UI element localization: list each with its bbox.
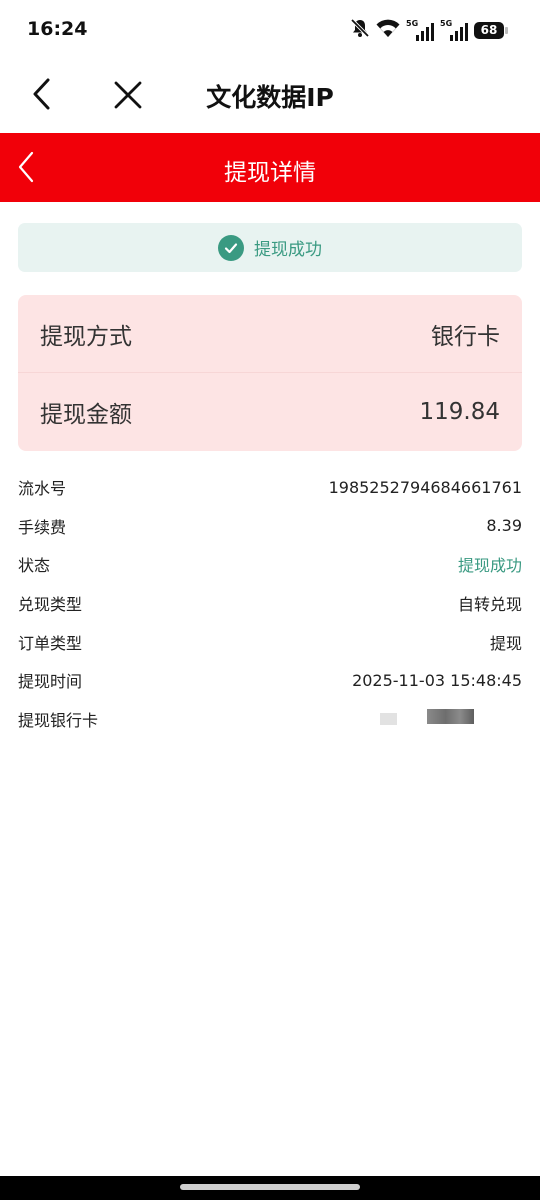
summary-card: 提现方式 银行卡 提现金额 119.84: [18, 295, 522, 451]
detail-value: 提现: [489, 633, 522, 653]
top-nav-bar: 文化数据IP: [0, 60, 540, 132]
home-indicator[interactable]: [180, 1184, 360, 1190]
detail-label: 状态: [18, 556, 51, 576]
detail-value: 8.39: [486, 516, 522, 536]
status-banner: 提现成功: [18, 223, 522, 272]
redaction-block: [380, 712, 397, 725]
detail-row-time: 提现时间 2025-11-03 15:48:45: [18, 661, 522, 700]
detail-label: 流水号: [18, 479, 67, 499]
withdraw-amount-label: 提现金额: [40, 402, 132, 428]
status-banner-text: 提现成功: [254, 240, 322, 260]
detail-value: 提现成功: [457, 556, 522, 576]
detail-row-fee: 手续费 8.39: [18, 507, 522, 546]
page-title-text: 文化数据IP: [206, 83, 334, 112]
detail-label: 提现时间: [18, 672, 83, 692]
signal-5g-icon-2: 5G: [440, 19, 468, 41]
detail-value: 2025-11-03 15:48:45: [352, 670, 522, 690]
detail-label: 订单类型: [18, 633, 83, 653]
withdraw-amount-row: 提现金额 119.84: [18, 373, 522, 451]
status-time: 16:24: [27, 18, 88, 40]
withdraw-header: 提现详情: [0, 133, 540, 202]
check-circle-icon: [218, 234, 244, 261]
redaction-block: [427, 708, 474, 724]
detail-row-order-type: 订单类型 提现: [18, 622, 522, 661]
detail-list: 流水号 1985252794684661761 手续费 8.39 状态 提现成功…: [18, 468, 522, 738]
gesture-bar: [0, 1176, 540, 1200]
detail-row-serial: 流水号 1985252794684661761: [18, 468, 522, 507]
battery-icon: 68: [474, 21, 508, 39]
detail-label: 手续费: [18, 517, 67, 537]
detail-label: 提现银行卡: [18, 710, 99, 730]
signal-5g-icon: 5G: [406, 19, 434, 41]
redacted-bank-card: [372, 708, 522, 729]
status-icons: 5G 5G 68: [350, 18, 508, 42]
detail-row-bank-card: 提现银行卡: [18, 700, 522, 739]
wifi-icon: [376, 18, 400, 42]
detail-value: 1985252794684661761: [328, 477, 522, 497]
detail-label: 兑现类型: [18, 595, 83, 615]
page-title: 文化数据IP: [0, 78, 540, 114]
header-title: 提现详情: [224, 160, 316, 186]
withdraw-amount-value: 119.84: [419, 399, 500, 425]
withdraw-method-label: 提现方式: [40, 324, 132, 350]
mute-bell-icon: [350, 18, 370, 42]
status-bar: 16:24 5G 5G 68: [0, 0, 540, 60]
withdraw-method-value: 银行卡: [431, 324, 500, 350]
detail-row-status: 状态 提现成功: [18, 545, 522, 584]
withdraw-method-row: 提现方式 银行卡: [18, 295, 522, 373]
detail-value: 自转兑现: [457, 595, 522, 615]
detail-row-redeem-type: 兑现类型 自转兑现: [18, 584, 522, 623]
